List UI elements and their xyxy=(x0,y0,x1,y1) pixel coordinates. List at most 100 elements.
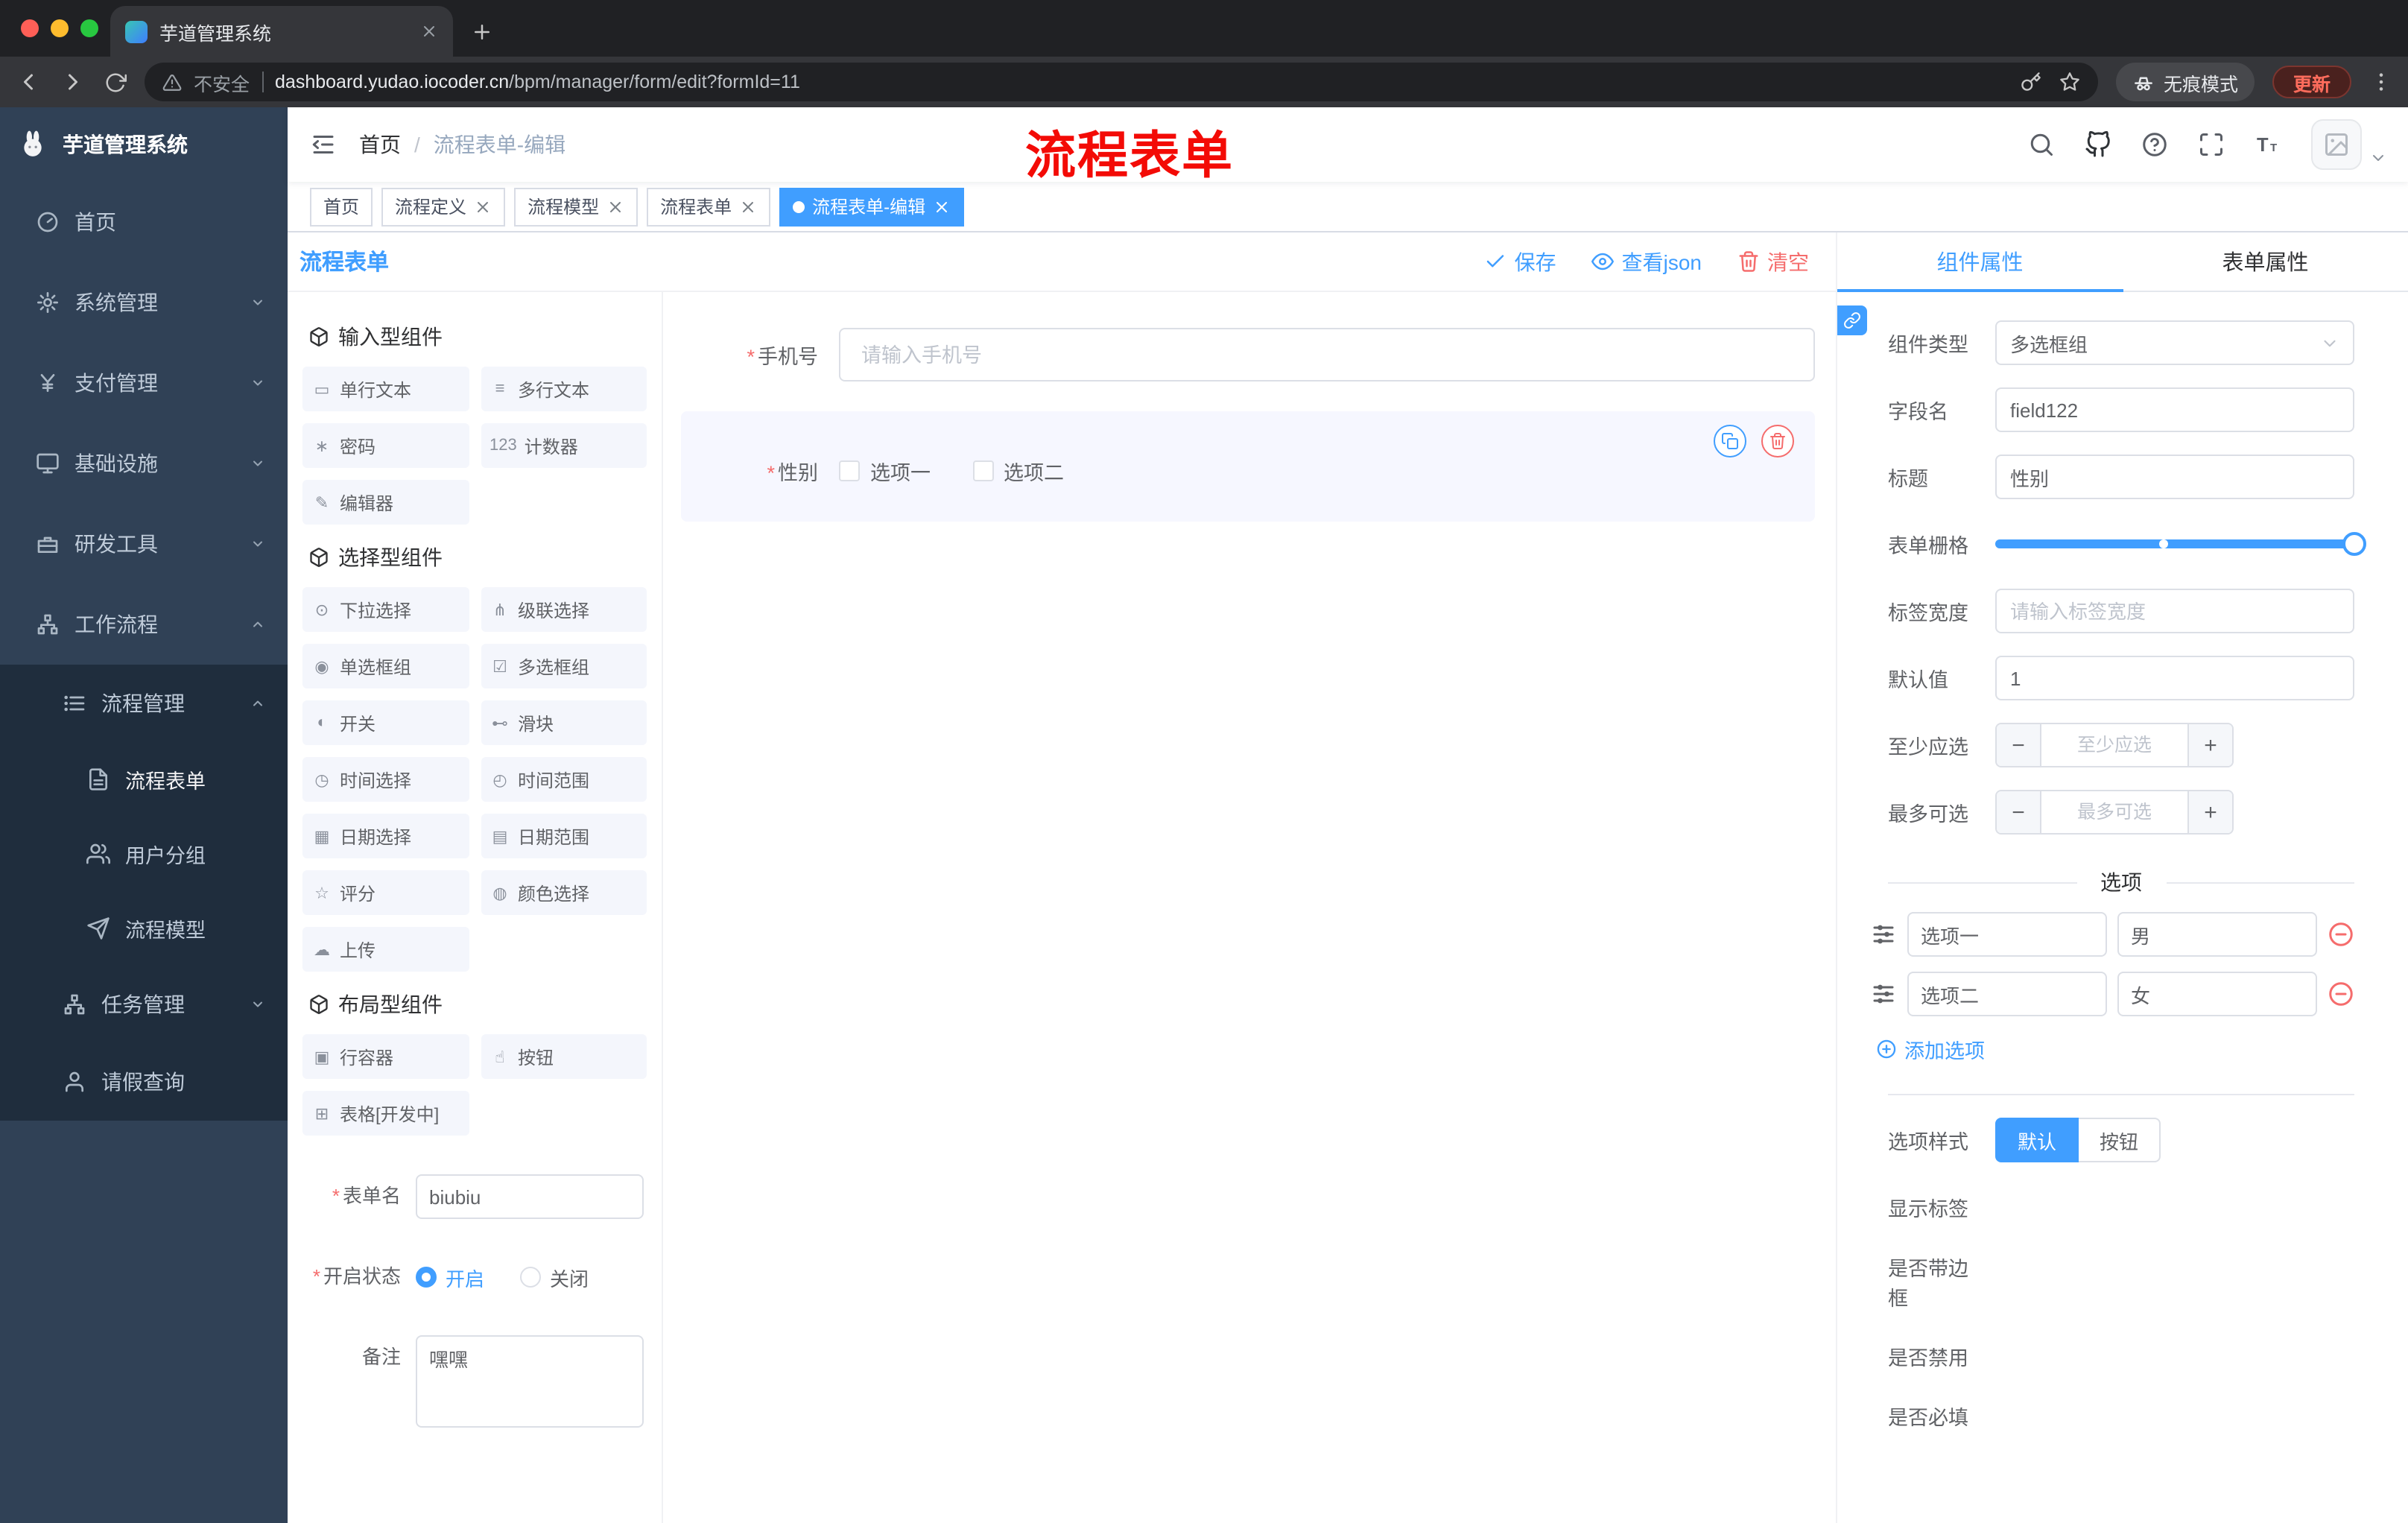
remove-option-button[interactable] xyxy=(2328,921,2354,948)
palette-item-slider[interactable]: ⊷ 滑块 xyxy=(481,700,647,745)
decrease-button[interactable]: − xyxy=(1997,791,2041,833)
search-icon[interactable] xyxy=(2028,131,2055,158)
slider-knob[interactable] xyxy=(2342,532,2366,556)
password-key-icon[interactable] xyxy=(2021,72,2041,92)
drag-handle-icon[interactable] xyxy=(1870,981,1897,1007)
tag-home[interactable]: 首页 xyxy=(310,187,373,226)
palette-item-time-range[interactable]: ◴ 时间范围 xyxy=(481,757,647,802)
palette-item-time-picker[interactable]: ◷ 时间选择 xyxy=(302,757,469,802)
increase-button[interactable]: + xyxy=(2187,791,2232,833)
increase-button[interactable]: + xyxy=(2187,724,2232,766)
close-icon[interactable] xyxy=(933,197,951,215)
back-icon[interactable] xyxy=(15,69,42,95)
form-grid-slider[interactable] xyxy=(1995,522,2366,566)
zoom-window-button[interactable] xyxy=(80,19,98,37)
minimize-window-button[interactable] xyxy=(51,19,69,37)
design-canvas[interactable]: *手机号 *性别 选项一 xyxy=(663,292,1836,1523)
option-1-label-input[interactable] xyxy=(1907,912,2107,957)
field-gender-selected[interactable]: * 性别 选项一 选项二 xyxy=(681,411,1815,522)
palette-item-table[interactable]: ⊞ 表格[开发中] xyxy=(302,1091,469,1136)
palette-item-button[interactable]: ☝ 按钮 xyxy=(481,1034,647,1079)
palette-item-counter[interactable]: 123 计数器 xyxy=(481,423,647,468)
sidebar-item-devtools[interactable]: 研发工具 xyxy=(0,504,288,584)
drag-handle-icon[interactable] xyxy=(1870,921,1897,948)
font-size-icon[interactable] xyxy=(2255,131,2281,158)
palette-item-date-picker[interactable]: ▦ 日期选择 xyxy=(302,814,469,858)
sidebar-item-process-mgmt[interactable]: 流程管理 xyxy=(0,665,288,742)
tab-component-props[interactable]: 组件属性 xyxy=(1837,232,2123,292)
label-width-input[interactable] xyxy=(1995,589,2354,633)
status-open-radio[interactable]: 开启 xyxy=(416,1263,484,1291)
form-name-input[interactable] xyxy=(416,1174,644,1219)
palette-item-checkbox-group[interactable]: ☑ 多选框组 xyxy=(481,644,647,688)
browser-tab[interactable]: 芋道管理系统 xyxy=(110,6,453,57)
palette-item-select[interactable]: ⊙ 下拉选择 xyxy=(302,587,469,632)
bookmark-star-icon[interactable] xyxy=(2059,72,2080,92)
decrease-button[interactable]: − xyxy=(1997,724,2041,766)
palette-item-radio-group[interactable]: ◉ 单选框组 xyxy=(302,644,469,688)
sidebar-item-workflow[interactable]: 工作流程 xyxy=(0,584,288,665)
sidebar-item-payment[interactable]: 支付管理 xyxy=(0,343,288,423)
style-default-button[interactable]: 默认 xyxy=(1995,1118,2079,1162)
default-value-input[interactable] xyxy=(1995,656,2354,700)
palette-item-password[interactable]: ∗ 密码 xyxy=(302,423,469,468)
clear-button[interactable]: 清空 xyxy=(1737,247,1809,276)
forward-icon[interactable] xyxy=(60,69,86,95)
field-phone[interactable]: * 手机号 xyxy=(681,328,1815,381)
browser-update-button[interactable]: 更新 xyxy=(2272,66,2351,98)
tag-process-model[interactable]: 流程模型 xyxy=(514,187,639,226)
tag-process-form[interactable]: 流程表单 xyxy=(647,187,771,226)
option-1-value-input[interactable] xyxy=(2117,912,2317,957)
delete-field-button[interactable] xyxy=(1761,425,1794,457)
phone-input[interactable] xyxy=(839,328,1815,381)
gender-option-1-checkbox[interactable]: 选项一 xyxy=(839,456,931,486)
close-icon[interactable] xyxy=(606,197,624,215)
close-window-button[interactable] xyxy=(21,19,39,37)
sidebar-item-process-form[interactable]: 流程表单 xyxy=(0,742,288,817)
gender-option-2-checkbox[interactable]: 选项二 xyxy=(972,456,1064,486)
max-select-input[interactable] xyxy=(2041,791,2187,833)
copy-field-button[interactable] xyxy=(1714,425,1746,457)
tag-process-form-edit[interactable]: 流程表单-编辑 xyxy=(779,187,965,226)
option-2-label-input[interactable] xyxy=(1907,972,2107,1016)
sidebar-item-process-model[interactable]: 流程模型 xyxy=(0,891,288,966)
palette-item-row-container[interactable]: ▣ 行容器 xyxy=(302,1034,469,1079)
palette-item-cascader[interactable]: ⋔ 级联选择 xyxy=(481,587,647,632)
new-tab-button[interactable] xyxy=(471,21,493,43)
sidebar-item-task-mgmt[interactable]: 任务管理 xyxy=(0,966,288,1043)
sidebar-item-leave-query[interactable]: 请假查询 xyxy=(0,1043,288,1121)
tab-form-props[interactable]: 表单属性 xyxy=(2123,232,2408,291)
palette-item-upload[interactable]: ☁ 上传 xyxy=(302,927,469,972)
sidebar-item-infra[interactable]: 基础设施 xyxy=(0,423,288,504)
github-icon[interactable] xyxy=(2085,131,2111,158)
remove-option-button[interactable] xyxy=(2328,981,2354,1007)
palette-item-color-picker[interactable]: ◍ 颜色选择 xyxy=(481,870,647,915)
palette-item-single-text[interactable]: ▭ 单行文本 xyxy=(302,367,469,411)
palette-item-editor[interactable]: ✎ 编辑器 xyxy=(302,480,469,525)
form-remark-textarea[interactable]: 嘿嘿 xyxy=(416,1335,644,1428)
breadcrumb-home[interactable]: 首页 xyxy=(359,130,401,159)
field-name-input[interactable] xyxy=(1995,387,2354,432)
tab-close-icon[interactable] xyxy=(420,22,438,40)
hamburger-icon[interactable] xyxy=(288,131,359,159)
user-menu[interactable] xyxy=(2311,119,2387,170)
reload-icon[interactable] xyxy=(104,71,127,93)
sidebar-item-user-group[interactable]: 用户分组 xyxy=(0,817,288,891)
palette-item-rate[interactable]: ☆ 评分 xyxy=(302,870,469,915)
min-select-input[interactable] xyxy=(2041,724,2187,766)
view-json-button[interactable]: 查看json xyxy=(1592,247,1702,276)
close-icon[interactable] xyxy=(739,197,757,215)
palette-item-multi-text[interactable]: ≡ 多行文本 xyxy=(481,367,647,411)
close-icon[interactable] xyxy=(474,197,492,215)
option-2-value-input[interactable] xyxy=(2117,972,2317,1016)
sidebar-item-system[interactable]: 系统管理 xyxy=(0,262,288,343)
address-bar[interactable]: 不安全 dashboard.yudao.iocoder.cn/bpm/manag… xyxy=(145,63,2098,101)
component-type-select[interactable]: 多选框组 xyxy=(1995,320,2354,365)
status-closed-radio[interactable]: 关闭 xyxy=(520,1263,589,1291)
palette-item-switch[interactable]: ◐ 开关 xyxy=(302,700,469,745)
fullscreen-icon[interactable] xyxy=(2198,131,2225,158)
slider-track[interactable] xyxy=(1995,532,2366,556)
avatar[interactable] xyxy=(2311,119,2362,170)
title-input[interactable] xyxy=(1995,455,2354,499)
style-button-button[interactable]: 按钮 xyxy=(2079,1118,2161,1162)
